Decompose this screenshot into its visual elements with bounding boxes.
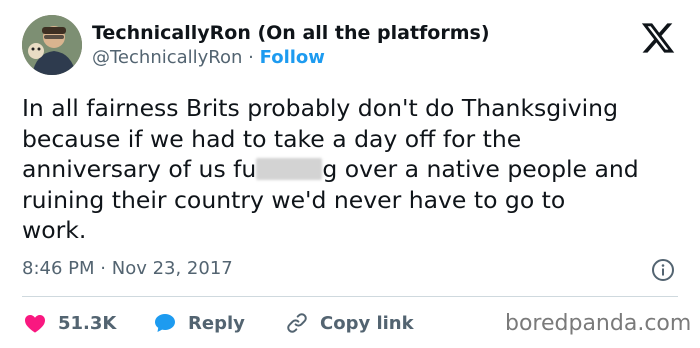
tweet-text: In all fairness Brits probably don't do … bbox=[22, 93, 687, 246]
heart-icon bbox=[25, 315, 45, 333]
tweet-timestamp[interactable]: 8:46 PM · Nov 23, 2017 bbox=[22, 258, 233, 279]
like-button[interactable]: 51.3K bbox=[22, 311, 116, 335]
avatar[interactable] bbox=[22, 15, 82, 75]
author-handle-row: @TechnicallyRon · Follow bbox=[92, 47, 325, 68]
divider bbox=[22, 296, 678, 297]
info-icon[interactable] bbox=[651, 258, 675, 282]
watermark: boredpanda.com bbox=[505, 311, 692, 336]
follow-button[interactable]: Follow bbox=[260, 47, 325, 68]
link-icon bbox=[287, 313, 307, 333]
copy-link-button[interactable]: Copy link bbox=[284, 311, 414, 335]
tweet-line: anniversary of us fu g over a native peop… bbox=[22, 154, 687, 185]
author-handle[interactable]: @TechnicallyRon bbox=[92, 47, 242, 68]
x-logo-icon[interactable] bbox=[640, 20, 676, 56]
tweet-line: ruining their country we'd never have to… bbox=[22, 185, 566, 214]
reply-button[interactable]: Reply bbox=[152, 311, 245, 335]
reply-label: Reply bbox=[188, 312, 245, 334]
tweet-date: Nov 23, 2017 bbox=[111, 258, 233, 279]
copy-link-label: Copy link bbox=[320, 312, 414, 334]
tweet-line: In all fairness Brits probably don't do … bbox=[22, 94, 618, 122]
tweet-time: 8:46 PM bbox=[22, 258, 95, 279]
handle-separator: · bbox=[248, 47, 254, 68]
tweet-line: because if we had to take a day off for … bbox=[22, 124, 522, 153]
like-count: 51.3K bbox=[58, 312, 117, 334]
author-display-name[interactable]: TechnicallyRon (On all the platforms) bbox=[92, 22, 490, 44]
censored-word-blur bbox=[256, 158, 323, 180]
speech-bubble-icon bbox=[155, 314, 175, 332]
tweet-line-suffix: g over a native people and bbox=[322, 155, 639, 183]
tweet-line: work. bbox=[22, 216, 87, 244]
tweet-line-prefix: anniversary of us fu bbox=[22, 155, 257, 183]
timestamp-separator: · bbox=[100, 258, 106, 279]
